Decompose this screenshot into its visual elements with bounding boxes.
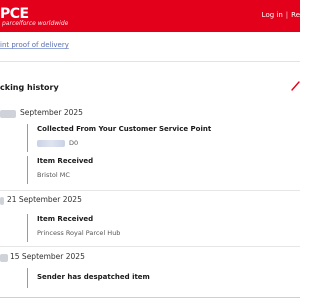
date-marker [0,254,8,262]
proof-bar: int proof of delivery [0,32,300,62]
date-marker [0,110,16,118]
redacted-block [37,139,65,147]
logo-tagline: parcelforce worldwide [2,20,69,27]
register-link[interactable]: Re [291,11,300,19]
event-detail-text: D0 [69,139,79,147]
tracking-event: Item Received Bristol MC [27,156,93,184]
date-header: 15 September 2025 [0,252,140,264]
date-header: 21 September 2025 [0,195,140,207]
date-label: 15 September 2025 [10,252,85,261]
tracking-history-title: cking history [0,83,59,92]
bottom-divider [0,297,300,298]
event-detail: Princess Royal Parcel Hub [37,229,121,237]
tracking-event: Collected From Your Customer Service Poi… [27,124,211,152]
external-link-icon[interactable] [290,80,300,92]
date-label: 21 September 2025 [7,195,82,204]
link-separator: | [285,11,289,19]
event-detail: Bristol MC [37,171,70,179]
date-marker [0,197,4,205]
login-link[interactable]: Log in [262,11,283,19]
group-divider [0,246,300,247]
event-title: Collected From Your Customer Service Poi… [37,125,212,133]
date-header: September 2025 [0,108,140,120]
event-title: Item Received [37,157,94,165]
date-label: September 2025 [20,108,83,117]
tracking-event: Item Received Princess Royal Parcel Hub [27,214,120,242]
group-divider [0,190,300,191]
tracking-event: Sender has despatched item [27,268,150,288]
account-links: Log in | Re [262,11,300,19]
event-detail: D0 [37,138,211,148]
event-title: Item Received [37,215,94,223]
site-header: PCE parcelforce worldwide Log in | Re [0,0,300,32]
proof-of-delivery-link[interactable]: int proof of delivery [0,41,69,49]
event-title: Sender has despatched item [37,273,150,281]
